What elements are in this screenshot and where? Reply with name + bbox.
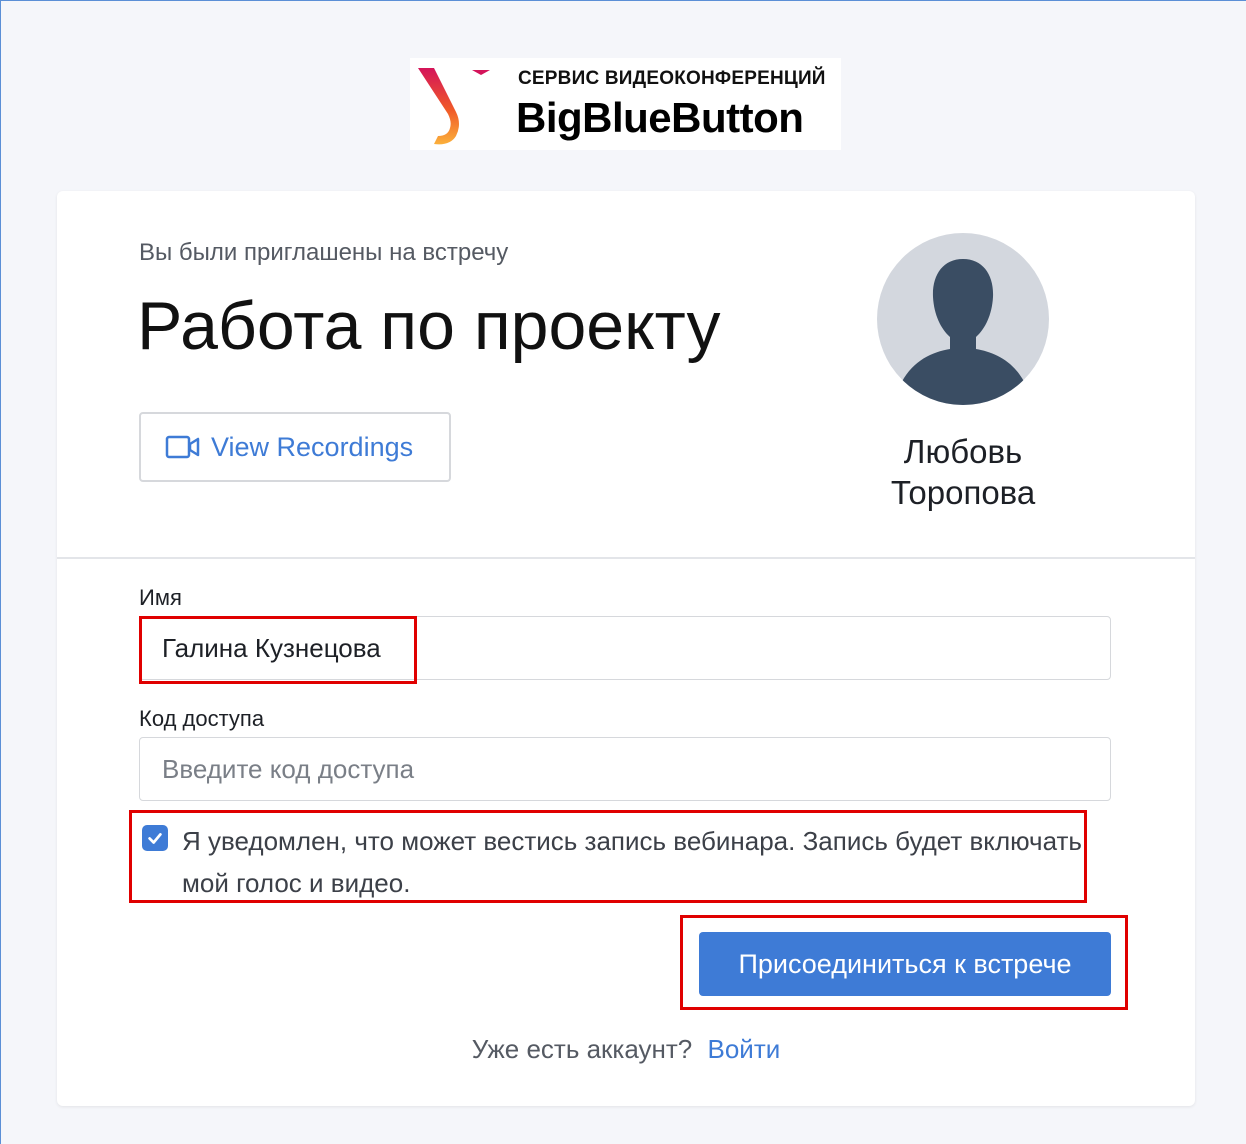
login-prompt: Уже есть аккаунт? Войти (57, 1034, 1195, 1065)
invite-text: Вы были приглашены на встречу (139, 239, 509, 266)
divider (57, 557, 1195, 559)
join-highlight-box: Присоединиться к встрече (680, 915, 1128, 1010)
consent-text: Я уведомлен, что может вестись запись ве… (182, 826, 1082, 898)
consent-highlight-box: Я уведомлен, что может вестись запись ве… (129, 810, 1087, 903)
service-logo: СЕРВИС ВИДЕОКОНФЕРЕНЦИЙ BigBlueButton (410, 58, 841, 150)
join-room-card: Вы были приглашены на встречу Работа по … (57, 191, 1195, 1106)
logo-subtitle: СЕРВИС ВИДЕОКОНФЕРЕНЦИЙ (518, 68, 826, 89)
checkmark-icon (148, 833, 162, 844)
view-recordings-label: View Recordings (211, 431, 414, 462)
user-silhouette-icon (893, 259, 1033, 405)
owner-name: Любовь Торопова (890, 433, 1036, 511)
logo-title: BigBlueButton (516, 94, 804, 141)
university-logo-icon (418, 68, 490, 145)
room-title: Работа по проекту (137, 288, 721, 364)
consent-checkbox[interactable] (142, 825, 168, 851)
access-code-input[interactable] (139, 737, 1111, 801)
login-link[interactable]: Войти (708, 1034, 781, 1064)
owner-avatar (877, 233, 1049, 405)
video-camera-icon (165, 435, 200, 459)
name-input[interactable] (139, 616, 1111, 680)
access-code-label: Код доступа (139, 706, 265, 731)
join-meeting-button[interactable]: Присоединиться к встрече (699, 932, 1111, 996)
login-question: Уже есть аккаунт? (471, 1034, 693, 1064)
view-recordings-button[interactable]: View Recordings (139, 412, 451, 482)
name-label: Имя (139, 585, 182, 610)
